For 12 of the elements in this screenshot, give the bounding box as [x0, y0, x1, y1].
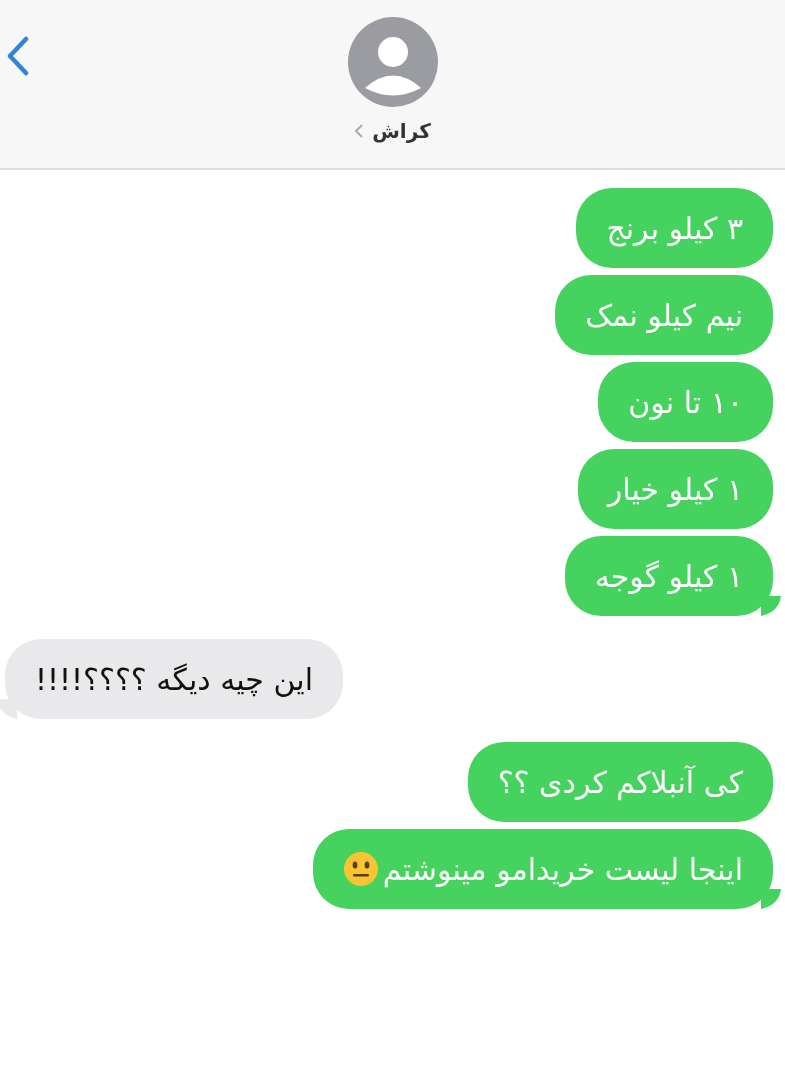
avatar-icon[interactable] [347, 17, 438, 107]
sent-message-bubble: ۱ کیلو گوجه [564, 536, 773, 616]
sent-message-bubble: ۱۰ تا نون [598, 362, 773, 442]
chevron-icon [354, 123, 365, 139]
received-message-bubble: این چیه دیگه ؟؟؟؟!!!! [5, 639, 343, 719]
sent-message-bubble: اینجا لیست خریدامو مینوشتم [312, 829, 773, 909]
sent-message-bubble: نیم کیلو نمک [555, 275, 773, 355]
contact-name[interactable]: کراش [372, 119, 431, 143]
back-icon[interactable] [6, 36, 30, 76]
sent-message-bubble: ۳ کیلو برنج [576, 188, 773, 268]
sent-message-bubble: ۱ کیلو خیار [577, 449, 773, 529]
sent-message-bubble: کی آنبلاکم کردی ؟؟ [467, 742, 773, 822]
